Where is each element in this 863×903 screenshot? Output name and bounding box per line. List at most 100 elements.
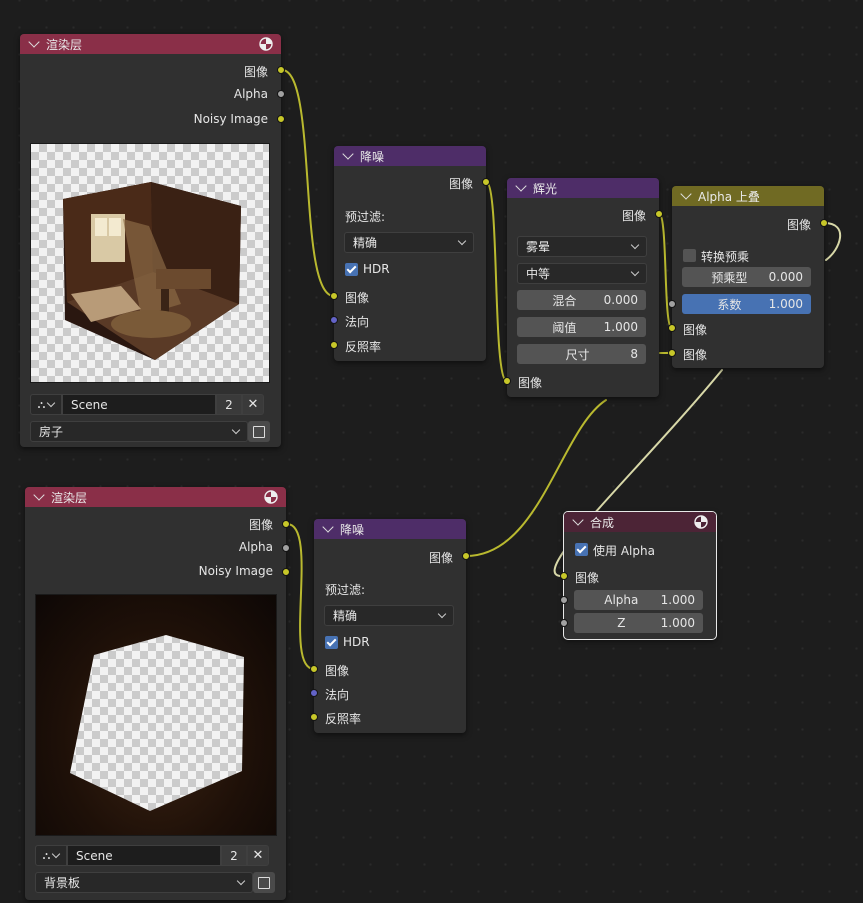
scene-icon[interactable]: ⛬	[35, 845, 67, 866]
collapse-chevron-icon[interactable]	[322, 521, 334, 533]
input-socket-alpha[interactable]	[560, 596, 568, 604]
scene-user-count[interactable]: 2	[221, 845, 247, 866]
collapse-chevron-icon[interactable]	[680, 188, 692, 200]
input-socket-image[interactable]	[330, 292, 338, 300]
output-label-image: 图像	[248, 518, 273, 532]
collapse-chevron-icon[interactable]	[28, 36, 40, 48]
convert-premul-checkbox[interactable]	[683, 249, 696, 262]
prefilter-dropdown[interactable]: 精确	[324, 605, 454, 626]
input-label-image: 图像	[325, 664, 350, 678]
output-label-image: 图像	[448, 177, 473, 191]
scene-user-count[interactable]: 2	[216, 394, 242, 415]
node-title: 渲染层	[46, 37, 83, 52]
node-header[interactable]: 辉光	[507, 178, 659, 198]
view-layer-dropdown[interactable]: 房子	[30, 421, 248, 442]
scene-name-field[interactable]: Scene	[62, 394, 216, 415]
link-rl2-image-to-denoise2	[286, 523, 315, 670]
chevron-down-icon	[231, 425, 241, 434]
output-socket-noisy-image[interactable]	[277, 115, 285, 123]
input-socket-image-1[interactable]	[668, 324, 676, 332]
node-title: Alpha 上叠	[698, 189, 760, 204]
node-header[interactable]: 渲染层	[25, 487, 286, 507]
output-socket-image[interactable]	[482, 178, 490, 186]
size-label: 尺寸	[565, 347, 590, 362]
hdr-checkbox[interactable]	[345, 263, 358, 276]
node-header[interactable]: Alpha 上叠	[672, 186, 824, 206]
input-label-albedo: 反照率	[325, 712, 362, 726]
composite-node[interactable]: 合成 使用 Alpha 图像 Alpha 1.000 Z 1.000	[560, 511, 717, 640]
output-socket-image[interactable]	[655, 210, 663, 218]
output-socket-alpha[interactable]	[282, 544, 290, 552]
input-label-image: 图像	[518, 376, 543, 390]
chevron-down-icon	[457, 236, 467, 245]
link-denoise1-to-glare	[485, 181, 508, 382]
collapse-chevron-icon[interactable]	[515, 180, 527, 192]
input-socket-albedo[interactable]	[310, 713, 318, 721]
node-header[interactable]: 渲染层	[20, 34, 281, 54]
z-field[interactable]: Z 1.000	[574, 613, 703, 633]
input-label-normal: 法向	[345, 315, 370, 329]
scene-name-field[interactable]: Scene	[67, 845, 221, 866]
input-label-normal: 法向	[325, 688, 350, 702]
input-socket-image[interactable]	[560, 572, 568, 580]
node-title: 合成	[590, 515, 615, 530]
quality-dropdown[interactable]: 中等	[517, 263, 647, 284]
output-socket-alpha[interactable]	[277, 90, 285, 98]
node-header[interactable]: 合成	[564, 512, 716, 532]
scene-icon[interactable]: ⛬	[30, 394, 62, 415]
alpha-over-node[interactable]: Alpha 上叠 图像 转换预乘 预乘型 0.000 系数 1.000 图像 图…	[668, 186, 828, 368]
use-alpha-checkbox[interactable]	[575, 543, 588, 556]
input-socket-albedo[interactable]	[330, 341, 338, 349]
input-socket-image[interactable]	[503, 377, 511, 385]
output-socket-noisy-image[interactable]	[282, 568, 290, 576]
node-header[interactable]: 降噪	[334, 146, 486, 166]
collapse-chevron-icon[interactable]	[342, 148, 354, 160]
prefilter-dropdown[interactable]: 精确	[344, 232, 474, 253]
unlink-scene-button[interactable]: ✕	[242, 394, 264, 415]
view-layer-dropdown[interactable]: 背景板	[35, 872, 253, 893]
input-label-image-1: 图像	[683, 323, 708, 337]
size-field[interactable]: 尺寸 8	[517, 344, 646, 364]
chevron-down-icon	[236, 876, 246, 885]
alpha-value: 1.000	[660, 593, 695, 607]
scene-selector[interactable]: ⛬ Scene 2 ✕	[30, 394, 264, 415]
prefilter-label: 预过滤:	[345, 210, 386, 224]
chevron-down-icon	[630, 267, 640, 276]
alpha-field[interactable]: Alpha 1.000	[574, 590, 703, 610]
hdr-checkbox[interactable]	[325, 636, 338, 649]
render-layer-icon	[264, 490, 278, 504]
collapse-chevron-icon[interactable]	[572, 514, 584, 526]
render-layers-node-2[interactable]: 渲染层 图像 Alpha Noisy Image ⛬ Scene 2 ✕ 背景板	[25, 487, 290, 900]
node-header[interactable]: 降噪	[314, 519, 466, 539]
premul-field[interactable]: 预乘型 0.000	[682, 267, 811, 287]
input-socket-z[interactable]	[560, 619, 568, 627]
output-socket-image[interactable]	[282, 520, 290, 528]
premul-label: 预乘型	[711, 270, 748, 285]
input-socket-fac[interactable]	[668, 300, 676, 308]
mix-field[interactable]: 混合 0.000	[517, 290, 646, 310]
link-rl1-image-to-denoise1	[281, 69, 335, 297]
glare-node[interactable]: 辉光 图像 雾晕 中等 混合 0.000 阈值 1.000 尺寸 8 图像	[503, 178, 663, 397]
input-socket-image-2[interactable]	[668, 349, 676, 357]
glare-type-dropdown[interactable]: 雾晕	[517, 236, 647, 257]
node-title: 渲染层	[51, 490, 88, 505]
unlink-scene-button[interactable]: ✕	[247, 845, 269, 866]
output-socket-image[interactable]	[462, 552, 470, 560]
chevron-down-icon	[630, 240, 640, 249]
input-socket-image[interactable]	[310, 665, 318, 673]
input-label-image-2: 图像	[683, 348, 708, 362]
denoise-node-1[interactable]: 降噪 图像 预过滤: 精确 HDR 图像 法向 反照率	[330, 146, 490, 361]
output-socket-image[interactable]	[277, 66, 285, 74]
input-socket-normal[interactable]	[330, 316, 338, 324]
scene-selector[interactable]: ⛬ Scene 2 ✕	[35, 845, 269, 866]
output-label-alpha: Alpha	[238, 540, 273, 554]
render-layers-node-1[interactable]: 渲染层 图像 Alpha Noisy Image ⛬ Scene 2 ✕ 房子	[20, 34, 285, 447]
denoise-node-2[interactable]: 降噪 图像 预过滤: 精确 HDR 图像 法向 反照率	[310, 519, 470, 733]
render-active-scene-button[interactable]	[253, 872, 275, 893]
fac-field[interactable]: 系数 1.000	[682, 294, 811, 314]
threshold-field[interactable]: 阈值 1.000	[517, 317, 646, 337]
render-active-scene-button[interactable]	[248, 421, 270, 442]
input-socket-normal[interactable]	[310, 689, 318, 697]
output-socket-image[interactable]	[820, 219, 828, 227]
collapse-chevron-icon[interactable]	[33, 489, 45, 501]
